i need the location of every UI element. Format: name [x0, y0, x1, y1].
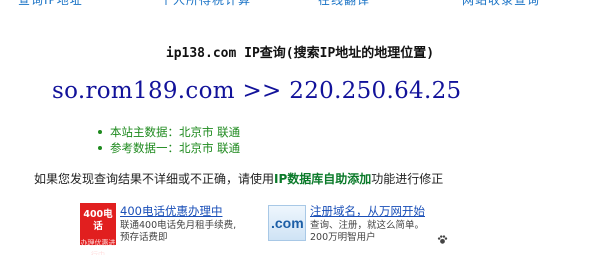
notice-suffix: 功能进行修正 [371, 172, 444, 186]
arrow-separator: >> [242, 78, 282, 104]
ad-400-phone[interactable]: 400电话 办理优惠进行中 400电话优惠办理中 联通400电话免月租手续费, … [80, 203, 260, 255]
ad-domain-description: 查询、注册，就这么简单。200万明智用户 [310, 220, 425, 243]
paw-icon [437, 235, 448, 244]
ad-400-logo[interactable]: 400电话 办理优惠进行中 [80, 203, 116, 255]
queried-domain: so.rom189.com [52, 78, 235, 104]
bullet-icon [98, 146, 102, 150]
ad-com-logo[interactable]: .com [268, 205, 306, 241]
ad-400-description: 联通400电话免月租手续费, 预存话费即 [120, 220, 237, 243]
ad-domain-register[interactable]: .com 注册域名，从万网开始 查询、注册，就这么简单。200万明智用户 [268, 203, 448, 247]
top-link-2[interactable]: 个人所得税计算 [160, 0, 251, 8]
result-label: 本站主数据： [110, 125, 179, 139]
ad-400-logo-line1: 400电话 [83, 209, 113, 232]
result-item-main: 本站主数据： 北京市 联通 [98, 124, 240, 140]
ad-com-logo-text: .com [271, 215, 304, 231]
result-value: 北京市 联通 [179, 141, 241, 155]
top-link-4[interactable]: 网站收录查询 [462, 0, 540, 8]
ad-400-title-link[interactable]: 400电话优惠办理中 [120, 203, 222, 219]
result-item-reference: 参考数据一： 北京市 联通 [98, 140, 240, 156]
location-results: 本站主数据： 北京市 联通 参考数据一： 北京市 联通 [98, 124, 240, 156]
query-result-line: so.rom189.com >> 220.250.64.25 [52, 78, 461, 104]
bullet-icon [98, 130, 102, 134]
page: 查询IP地址 个人所得税计算 在线翻译 网站收录查询 ip138.com IP查… [0, 0, 600, 255]
ip-db-add-link[interactable]: IP数据库自助添加 [274, 172, 371, 186]
result-value: 北京市 联通 [179, 125, 241, 139]
ad-domain-title-link[interactable]: 注册域名，从万网开始 [310, 203, 425, 219]
top-nav: 查询IP地址 个人所得税计算 在线翻译 网站收录查询 [0, 0, 600, 11]
ad-400-logo-line2: 办理优惠进行中 [80, 239, 116, 255]
result-label: 参考数据一： [110, 141, 179, 155]
page-title-text: ip138.com IP查询(搜索IP地址的地理位置) [165, 46, 435, 61]
top-link-3[interactable]: 在线翻译 [318, 0, 370, 8]
resolved-ip: 220.250.64.25 [289, 78, 462, 104]
top-link-1[interactable]: 查询IP地址 [18, 0, 83, 8]
notice-prefix: 如果您发现查询结果不详细或不正确，请使用 [34, 172, 275, 186]
correction-notice: 如果您发现查询结果不详细或不正确，请使用IP数据库自助添加功能进行修正 [34, 170, 443, 187]
page-title: ip138.com IP查询(搜索IP地址的地理位置) [0, 42, 600, 61]
